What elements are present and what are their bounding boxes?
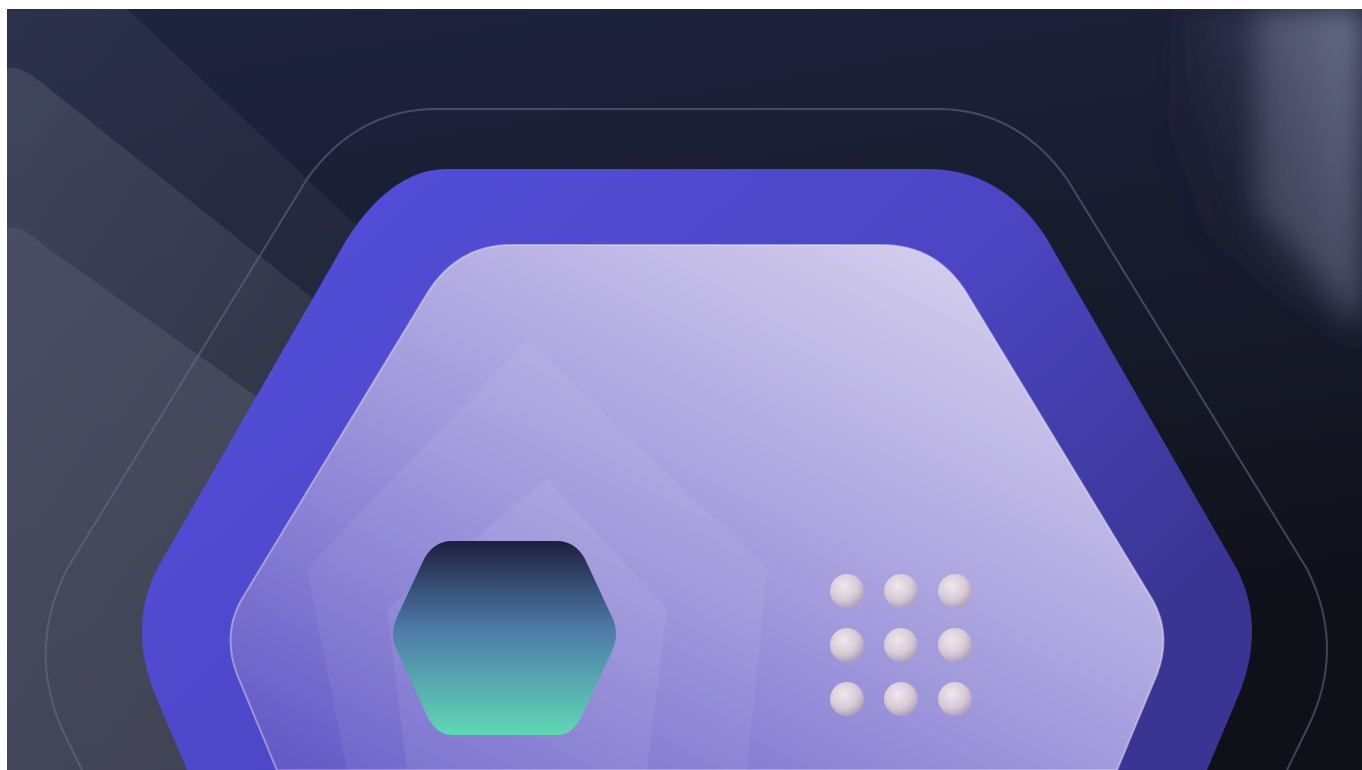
keypad-dot [830,682,864,716]
teal-hexagon-lock-icon [393,541,616,735]
vault-illustration [7,9,1362,770]
keypad-dots-icon [830,574,972,716]
keypad-dot [830,628,864,662]
keypad-dot [938,574,972,608]
keypad-dot [830,574,864,608]
keypad-dot [938,628,972,662]
keypad-dot [884,682,918,716]
illustration-frame [7,9,1362,770]
keypad-dot [884,628,918,662]
keypad-dot [938,682,972,716]
keypad-dot [884,574,918,608]
